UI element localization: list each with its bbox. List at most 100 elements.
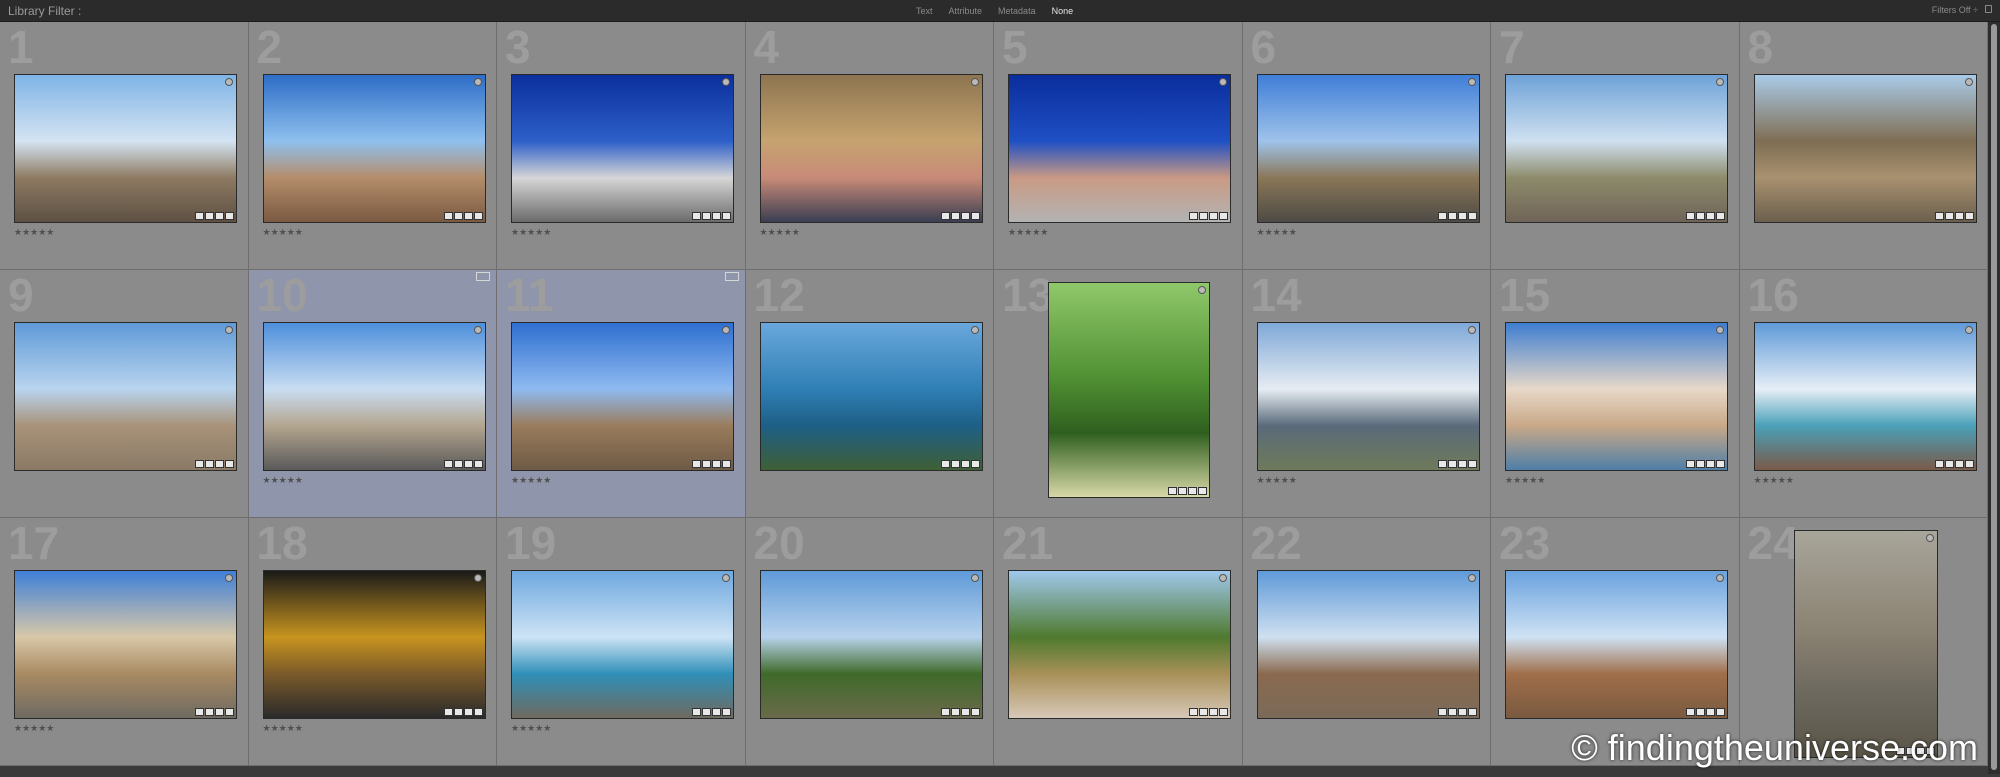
photo-thumbnail[interactable] xyxy=(511,570,734,719)
quick-collection-icon[interactable] xyxy=(225,78,233,86)
edit-badge-icon[interactable] xyxy=(195,212,204,220)
grid-cell[interactable]: 16 ★★★★★ xyxy=(1739,270,1988,518)
grid-cell[interactable]: 8 xyxy=(1739,22,1988,270)
photo-thumbnail[interactable] xyxy=(1008,570,1231,719)
grid-cell[interactable]: 4 ★★★★★ xyxy=(745,22,994,270)
develop-badge-icon[interactable] xyxy=(722,212,731,220)
photo-thumbnail[interactable] xyxy=(1256,322,1480,471)
grid-cell[interactable]: 11 ★★★★★ xyxy=(497,270,746,518)
quick-collection-icon[interactable] xyxy=(1467,78,1476,86)
quick-collection-icon[interactable] xyxy=(225,326,233,334)
star-rating[interactable]: ★★★★★ xyxy=(511,475,551,486)
photo-thumbnail[interactable] xyxy=(759,322,983,471)
quick-collection-icon[interactable] xyxy=(722,326,730,334)
edit-badge-icon[interactable] xyxy=(1437,460,1447,468)
grid-cell[interactable]: 22 xyxy=(1242,518,1491,766)
edit-badge-icon[interactable] xyxy=(1168,487,1177,495)
star-rating[interactable]: ★★★★★ xyxy=(263,723,303,734)
edit-badge-icon[interactable] xyxy=(195,460,204,468)
develop-badge-icon[interactable] xyxy=(1716,708,1725,716)
collection-badge-icon[interactable] xyxy=(1447,460,1457,468)
quick-collection-icon[interactable] xyxy=(722,78,730,86)
crop-badge-icon[interactable] xyxy=(1706,708,1715,716)
quick-collection-icon[interactable] xyxy=(1716,326,1724,334)
develop-badge-icon[interactable] xyxy=(970,212,980,220)
star-rating[interactable]: ★★★★★ xyxy=(760,227,800,238)
crop-badge-icon[interactable] xyxy=(1457,212,1467,220)
edit-badge-icon[interactable] xyxy=(1189,212,1198,220)
crop-badge-icon[interactable] xyxy=(463,460,473,468)
develop-badge-icon[interactable] xyxy=(970,460,980,468)
quick-collection-icon[interactable] xyxy=(1716,78,1724,86)
collection-badge-icon[interactable] xyxy=(702,212,711,220)
star-rating[interactable]: ★★★★★ xyxy=(511,227,551,238)
photo-thumbnail[interactable] xyxy=(262,74,486,223)
grid-cell[interactable]: 2 ★★★★★ xyxy=(248,22,497,270)
scrollbar-thumb[interactable] xyxy=(1991,24,1997,770)
photo-thumbnail[interactable] xyxy=(1793,530,1938,758)
star-rating[interactable]: ★★★★★ xyxy=(263,475,303,486)
photo-thumbnail[interactable] xyxy=(14,74,237,223)
edit-badge-icon[interactable] xyxy=(195,708,204,716)
quick-collection-icon[interactable] xyxy=(1925,534,1934,542)
photo-thumbnail[interactable] xyxy=(511,322,734,471)
develop-badge-icon[interactable] xyxy=(225,212,234,220)
quick-collection-icon[interactable] xyxy=(1964,78,1973,86)
grid-cell[interactable]: 13 xyxy=(994,270,1243,518)
develop-badge-icon[interactable] xyxy=(1467,708,1477,716)
photo-thumbnail[interactable] xyxy=(14,322,237,471)
photo-thumbnail[interactable] xyxy=(1256,74,1480,223)
photo-thumbnail[interactable] xyxy=(262,322,486,471)
crop-badge-icon[interactable] xyxy=(712,460,721,468)
develop-badge-icon[interactable] xyxy=(1198,487,1207,495)
quick-collection-icon[interactable] xyxy=(1219,574,1227,582)
collection-badge-icon[interactable] xyxy=(1447,212,1457,220)
crop-badge-icon[interactable] xyxy=(960,708,970,716)
crop-badge-icon[interactable] xyxy=(960,212,970,220)
grid-cell[interactable]: 18 ★★★★★ xyxy=(248,518,497,766)
photo-thumbnail[interactable] xyxy=(511,74,734,223)
star-rating[interactable]: ★★★★★ xyxy=(14,227,54,238)
develop-badge-icon[interactable] xyxy=(225,460,234,468)
crop-badge-icon[interactable] xyxy=(1706,460,1715,468)
quick-collection-icon[interactable] xyxy=(1467,574,1476,582)
edit-badge-icon[interactable] xyxy=(1437,212,1447,220)
photo-thumbnail[interactable] xyxy=(759,74,983,223)
quick-collection-icon[interactable] xyxy=(473,574,482,582)
collection-badge-icon[interactable] xyxy=(950,460,960,468)
filter-text-tab[interactable]: Text xyxy=(910,5,939,17)
edit-badge-icon[interactable] xyxy=(940,460,950,468)
quick-collection-icon[interactable] xyxy=(1198,286,1206,294)
edit-badge-icon[interactable] xyxy=(1934,460,1944,468)
lock-icon[interactable] xyxy=(1985,5,1992,13)
edit-badge-icon[interactable] xyxy=(443,460,453,468)
selection-marker-icon[interactable] xyxy=(724,272,739,281)
edit-badge-icon[interactable] xyxy=(1934,212,1944,220)
develop-badge-icon[interactable] xyxy=(1467,460,1477,468)
crop-badge-icon[interactable] xyxy=(215,708,224,716)
collection-badge-icon[interactable] xyxy=(1199,212,1208,220)
grid-cell[interactable]: 20 xyxy=(745,518,994,766)
crop-badge-icon[interactable] xyxy=(1209,212,1218,220)
grid-cell[interactable]: 3 ★★★★★ xyxy=(497,22,746,270)
collection-badge-icon[interactable] xyxy=(1447,708,1457,716)
develop-badge-icon[interactable] xyxy=(1219,212,1228,220)
crop-badge-icon[interactable] xyxy=(215,460,224,468)
collection-badge-icon[interactable] xyxy=(205,708,214,716)
crop-badge-icon[interactable] xyxy=(1209,708,1218,716)
develop-badge-icon[interactable] xyxy=(722,460,731,468)
crop-badge-icon[interactable] xyxy=(1706,212,1715,220)
develop-badge-icon[interactable] xyxy=(1219,708,1228,716)
quick-collection-icon[interactable] xyxy=(970,326,979,334)
quick-collection-icon[interactable] xyxy=(1964,326,1973,334)
star-rating[interactable]: ★★★★★ xyxy=(511,723,551,734)
star-rating[interactable]: ★★★★★ xyxy=(1257,475,1297,486)
develop-badge-icon[interactable] xyxy=(970,708,980,716)
quick-collection-icon[interactable] xyxy=(970,574,979,582)
crop-badge-icon[interactable] xyxy=(1954,460,1964,468)
filter-metadata-tab[interactable]: Metadata xyxy=(992,5,1042,17)
star-rating[interactable]: ★★★★★ xyxy=(1754,475,1794,486)
photo-thumbnail[interactable] xyxy=(1008,74,1231,223)
develop-badge-icon[interactable] xyxy=(1467,212,1477,220)
edit-badge-icon[interactable] xyxy=(692,212,701,220)
